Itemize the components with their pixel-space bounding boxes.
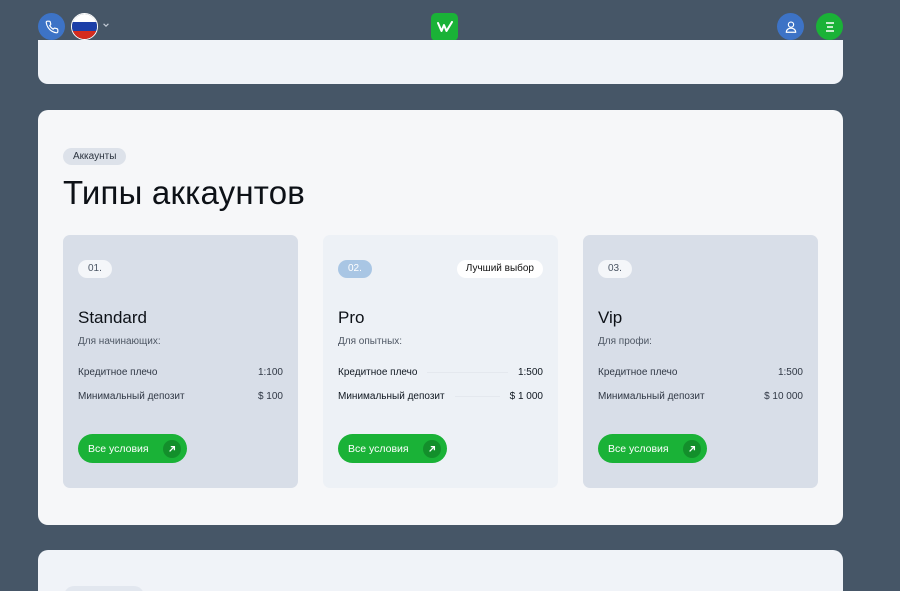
user-account-button[interactable] — [777, 13, 804, 40]
card-number: 03. — [598, 260, 632, 278]
account-types-section: Аккаунты Типы аккаунтов 01. Standard Для… — [38, 110, 843, 525]
leverage-row: Кредитное плечо 1:100 — [78, 365, 283, 379]
all-conditions-button[interactable]: Все условия — [338, 434, 447, 463]
account-name: Vip — [598, 308, 623, 327]
russia-flag-icon[interactable] — [71, 13, 98, 40]
phone-icon — [45, 20, 58, 33]
row-label: Кредитное плечо — [598, 366, 678, 378]
card-number: 01. — [78, 260, 112, 278]
button-label: Все условия — [608, 442, 669, 455]
phone-button[interactable] — [38, 13, 65, 40]
chevron-down-icon[interactable] — [102, 21, 110, 29]
section-badge: Аккаунты — [63, 148, 127, 165]
account-card-vip: 03. Vip Для профи: Кредитное плечо 1:500… — [583, 235, 818, 488]
button-label: Все условия — [348, 442, 409, 455]
account-subtitle: Для профи: — [598, 336, 652, 347]
button-label: Все условия — [88, 442, 149, 455]
row-label: Минимальный депозит — [78, 390, 185, 402]
arrow-up-right-icon — [683, 440, 701, 458]
row-value: $ 100 — [257, 390, 283, 402]
menu-button[interactable] — [816, 13, 843, 40]
arrow-up-right-icon — [163, 440, 181, 458]
account-card-standard: 01. Standard Для начинающих: Кредитное п… — [63, 235, 298, 488]
row-label: Минимальный депозит — [598, 390, 705, 402]
user-icon — [785, 20, 796, 33]
account-name: Pro — [338, 308, 365, 327]
best-choice-badge: Лучший выбор — [456, 260, 543, 278]
next-section-card — [38, 550, 843, 591]
section-title: Типы аккаунтов — [63, 174, 305, 211]
leverage-row: Кредитное плечо 1:500 — [338, 365, 543, 379]
next-section-badge — [64, 586, 144, 591]
brand-logo-icon[interactable] — [431, 13, 458, 41]
row-value: $ 1 000 — [509, 390, 543, 402]
row-label: Кредитное плечо — [78, 366, 158, 378]
min-deposit-row: Минимальный депозит $ 10 000 — [598, 389, 803, 403]
min-deposit-row: Минимальный депозит $ 1 000 — [338, 389, 543, 403]
min-deposit-row: Минимальный депозит $ 100 — [78, 389, 283, 403]
account-card-pro: 02. Лучший выбор Pro Для опытных: Кредит… — [323, 235, 558, 488]
account-subtitle: Для опытных: — [338, 336, 403, 347]
all-conditions-button[interactable]: Все условия — [598, 434, 707, 463]
card-number: 02. — [338, 260, 372, 278]
row-label: Кредитное плечо — [338, 366, 418, 378]
row-value: 1:100 — [257, 366, 283, 378]
previous-section-card — [38, 40, 843, 84]
logo-mark-icon — [436, 21, 453, 32]
row-label: Минимальный депозит — [338, 390, 445, 402]
arrow-up-right-icon — [423, 440, 441, 458]
row-value: 1:500 — [777, 366, 803, 378]
row-value: $ 10 000 — [764, 390, 803, 402]
account-name: Standard — [78, 308, 147, 327]
all-conditions-button[interactable]: Все условия — [78, 434, 187, 463]
account-subtitle: Для начинающих: — [78, 336, 161, 347]
menu-icon — [825, 21, 834, 32]
leverage-row: Кредитное плечо 1:500 — [598, 365, 803, 379]
row-value: 1:500 — [517, 366, 543, 378]
